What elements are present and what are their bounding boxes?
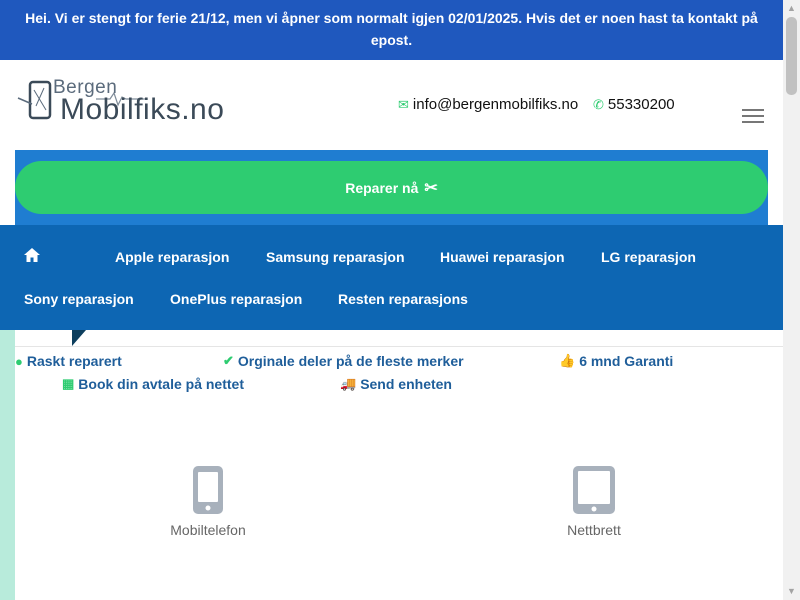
repair-now-label: Reparer nå xyxy=(345,179,419,196)
decorative-shape xyxy=(72,330,86,346)
hamburger-menu-icon[interactable] xyxy=(742,109,764,123)
feature-send-device: 🚚 Send enheten xyxy=(340,376,452,392)
nav-item-oneplus[interactable]: OnePlus reparasjon xyxy=(170,291,302,307)
tools-icon: ✂ xyxy=(424,179,438,197)
calendar-icon: ▦ xyxy=(62,376,75,391)
scroll-up-arrow-icon[interactable]: ▲ xyxy=(783,0,800,17)
device-label: Nettbrett xyxy=(567,522,621,538)
tablet-icon xyxy=(573,466,615,514)
notice-text: Hei. Vi er stengt for ferie 21/12, men v… xyxy=(25,10,758,48)
phone-text[interactable]: 55330200 xyxy=(608,96,675,113)
home-icon[interactable] xyxy=(24,248,40,265)
feature-fast-repair: ● Raskt reparert xyxy=(15,353,122,369)
feature-label: Send enheten xyxy=(360,376,452,392)
feature-label: Raskt reparert xyxy=(26,353,122,369)
phone-contact[interactable]: ✆ 55330200 xyxy=(593,96,675,113)
main-content xyxy=(15,330,783,600)
nav-item-others[interactable]: Resten reparasjons xyxy=(338,291,468,307)
device-mobile[interactable]: Mobiltelefon xyxy=(158,465,258,538)
scroll-thumb[interactable] xyxy=(786,17,797,95)
nav-item-samsung[interactable]: Samsung reparasjon xyxy=(266,249,405,265)
clock-icon: ● xyxy=(15,353,23,369)
logo-text-mobilfiks: Mobilfiks.no xyxy=(60,93,225,126)
email-contact[interactable]: ✉ info@bergenmobilfiks.no xyxy=(398,96,578,113)
mobile-phone-icon xyxy=(193,466,223,514)
feature-original-parts: ✔ Orginale deler på de fleste merker xyxy=(223,353,464,369)
feature-label: Book din avtale på nettet xyxy=(78,376,244,392)
check-icon: ✔ xyxy=(223,353,234,368)
nav-item-apple[interactable]: Apple reparasjon xyxy=(115,249,229,265)
divider xyxy=(15,346,783,347)
phone-logo-icon xyxy=(17,80,52,120)
scroll-down-arrow-icon[interactable]: ▼ xyxy=(783,583,800,600)
phone-icon: ✆ xyxy=(593,96,604,112)
truck-icon: 🚚 xyxy=(340,376,357,391)
device-tablet[interactable]: Nettbrett xyxy=(544,465,644,538)
envelope-icon: ✉ xyxy=(398,96,409,112)
feature-book-online: ▦ Book din avtale på nettet xyxy=(62,376,244,392)
device-label: Mobiltelefon xyxy=(170,522,246,538)
repair-now-button[interactable]: Reparer nå ✂ xyxy=(15,161,768,214)
nav-item-huawei[interactable]: Huawei reparasjon xyxy=(440,249,565,265)
nav-item-sony[interactable]: Sony reparasjon xyxy=(24,291,134,307)
notice-banner: Hei. Vi er stengt for ferie 21/12, men v… xyxy=(0,0,783,60)
feature-warranty: 👍 6 mnd Garanti xyxy=(559,353,673,369)
thumbs-up-icon: 👍 xyxy=(559,353,576,368)
feature-label: 6 mnd Garanti xyxy=(579,353,674,369)
left-accent-strip xyxy=(0,330,15,600)
page-scrollbar[interactable]: ▲ ▼ xyxy=(783,0,800,600)
main-nav: Apple reparasjon Samsung reparasjon Huaw… xyxy=(0,225,783,330)
feature-label: Orginale deler på de fleste merker xyxy=(237,353,464,369)
nav-item-lg[interactable]: LG reparasjon xyxy=(601,249,696,265)
email-text[interactable]: info@bergenmobilfiks.no xyxy=(413,96,578,113)
